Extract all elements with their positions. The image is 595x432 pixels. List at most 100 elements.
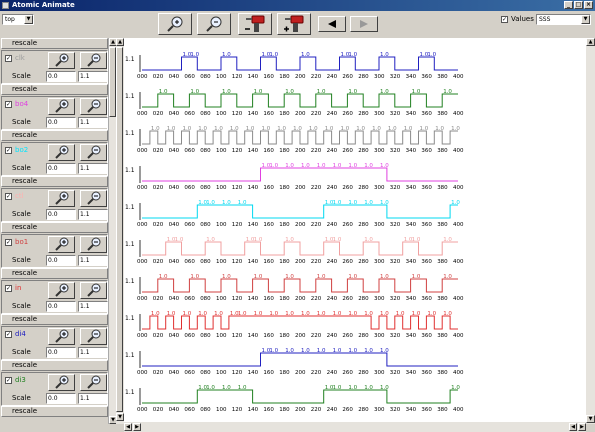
panel-scrollbar[interactable]: ▲ ▼: [108, 38, 116, 424]
zoom-out-all-button[interactable]: [197, 13, 231, 35]
plot-left-scrollbar[interactable]: ▲ ▼: [116, 38, 124, 424]
signal-visible-checkbox[interactable]: ✓: [5, 239, 12, 246]
value-label: 1.0: [190, 274, 199, 280]
waveform-plot[interactable]: 1.1 000 020 040 060 080 100 120 140 160 180 200 220 2…: [124, 38, 586, 422]
scale-min-field[interactable]: 0.0: [46, 301, 76, 312]
drill-plus-button[interactable]: [277, 13, 311, 35]
chevron-down-icon[interactable]: ▼: [581, 15, 590, 24]
scale-min-field[interactable]: 0.0: [46, 255, 76, 266]
plot-horizontal-scrollbar[interactable]: ◀ ▶ ◀ ▶: [124, 422, 586, 432]
scroll-right-icon[interactable]: ▶: [578, 423, 586, 431]
scale-min-field[interactable]: 0.0: [46, 71, 76, 82]
signal-zoom-in-button[interactable]: [48, 282, 75, 299]
time-tick-label: 040: [169, 148, 180, 154]
rescale-button[interactable]: rescale: [1, 268, 108, 279]
time-tick-label: 300: [374, 185, 385, 191]
scroll-right-icon[interactable]: ▶: [133, 423, 141, 431]
time-tick-label: 400: [453, 74, 464, 80]
unit-select[interactable]: SSS ▼: [536, 14, 591, 25]
time-tick-label: 220: [311, 185, 322, 191]
signal-visible-checkbox[interactable]: ✓: [5, 285, 12, 292]
scale-min-field[interactable]: 0.0: [46, 163, 76, 174]
panel-scroll-thumb[interactable]: [109, 47, 116, 117]
signal-zoom-out-button[interactable]: [80, 144, 107, 161]
scale-max-field[interactable]: 1.1: [78, 209, 108, 220]
scale-max-field[interactable]: 1.1: [78, 117, 108, 128]
rescale-button[interactable]: rescale: [1, 84, 108, 95]
rescale-button[interactable]: rescale: [1, 176, 108, 187]
time-tick-label: 300: [374, 296, 385, 302]
scroll-down-icon[interactable]: ▼: [586, 415, 595, 423]
waveform-row: 1.1 000 020 040 060 080 100 120 140 160 180 200 220 2…: [125, 348, 464, 376]
scale-max-field[interactable]: 1.1: [78, 255, 108, 266]
signal-visible-checkbox[interactable]: ✓: [5, 55, 12, 62]
drill-minus-button[interactable]: [238, 13, 272, 35]
value-label: 1.0: [451, 200, 460, 206]
time-tick-label: 200: [295, 296, 306, 302]
signal-zoom-in-button[interactable]: [48, 190, 75, 207]
time-tick-label: 240: [327, 222, 338, 228]
time-tick-label: 020: [153, 407, 164, 413]
scroll-left-icon[interactable]: ◀: [569, 423, 577, 431]
time-tick-label: 060: [184, 370, 195, 376]
scroll-up-icon[interactable]: ▲: [586, 38, 595, 46]
scroll-up-icon[interactable]: ▲: [116, 38, 124, 46]
plot-scroll-thumb[interactable]: [116, 47, 123, 412]
rescale-button[interactable]: rescale: [1, 406, 108, 417]
signal-visible-checkbox[interactable]: ✓: [5, 147, 12, 154]
signal-zoom-out-button[interactable]: [80, 190, 107, 207]
rescale-button[interactable]: rescale: [1, 222, 108, 233]
time-tick-label: 240: [327, 259, 338, 265]
waveform-row: 1.1 000 020 040 060 080 100 120 140 160 180 200 220 2…: [125, 274, 464, 302]
signal-visible-checkbox[interactable]: ✓: [5, 101, 12, 108]
time-tick-label: 000: [137, 407, 148, 413]
step-forward-button[interactable]: [350, 16, 378, 32]
chevron-down-icon[interactable]: ▼: [24, 15, 33, 24]
axis-max-label: 1.1: [125, 130, 135, 137]
scroll-left-icon[interactable]: ◀: [124, 423, 132, 431]
minimize-icon[interactable]: _: [564, 1, 573, 9]
signal-zoom-out-button[interactable]: [80, 328, 107, 345]
close-icon[interactable]: ×: [584, 1, 593, 9]
scale-min-field[interactable]: 0.0: [46, 347, 76, 358]
signal-zoom-in-button[interactable]: [48, 328, 75, 345]
signal-zoom-out-button[interactable]: [80, 374, 107, 391]
signal-visible-checkbox[interactable]: ✓: [5, 331, 12, 338]
rescale-button-top[interactable]: rescale: [1, 38, 108, 49]
scale-min-field[interactable]: 0.0: [46, 209, 76, 220]
time-tick-label: 040: [169, 333, 180, 339]
signal-zoom-in-button[interactable]: [48, 144, 75, 161]
scroll-down-icon[interactable]: ▼: [116, 413, 124, 421]
signal-zoom-in-button[interactable]: [48, 236, 75, 253]
scale-max-field[interactable]: 1.1: [78, 163, 108, 174]
signal-zoom-out-button[interactable]: [80, 52, 107, 69]
values-checkbox[interactable]: ✓: [501, 16, 508, 23]
value-label: 1.0: [214, 126, 223, 132]
scale-max-field[interactable]: 1.1: [78, 393, 108, 404]
signal-zoom-out-button[interactable]: [80, 236, 107, 253]
scale-max-field[interactable]: 1.1: [78, 347, 108, 358]
value-label: 1.0: [348, 163, 357, 169]
scale-min-field[interactable]: 0.0: [46, 117, 76, 128]
signal-zoom-in-button[interactable]: [48, 98, 75, 115]
rescale-button[interactable]: rescale: [1, 314, 108, 325]
plot-right-scrollbar[interactable]: ▲ ▼: [586, 38, 595, 424]
signal-zoom-out-button[interactable]: [80, 98, 107, 115]
scale-min-field[interactable]: 0.0: [46, 393, 76, 404]
zoom-in-all-button[interactable]: [158, 13, 192, 35]
signal-visible-checkbox[interactable]: ✓: [5, 193, 12, 200]
signal-zoom-out-button[interactable]: [80, 282, 107, 299]
time-tick-label: 320: [390, 407, 401, 413]
step-back-button[interactable]: [318, 16, 346, 32]
rescale-button[interactable]: rescale: [1, 360, 108, 371]
rescale-button[interactable]: rescale: [1, 130, 108, 141]
scale-max-field[interactable]: 1.1: [78, 71, 108, 82]
time-tick-label: 260: [342, 370, 353, 376]
signal-zoom-in-button[interactable]: [48, 374, 75, 391]
scale-max-field[interactable]: 1.1: [78, 301, 108, 312]
maximize-icon[interactable]: □: [574, 1, 583, 9]
signal-zoom-in-button[interactable]: [48, 52, 75, 69]
view-select[interactable]: top ▼: [2, 14, 34, 25]
signal-visible-checkbox[interactable]: ✓: [5, 377, 12, 384]
time-tick-label: 360: [421, 370, 432, 376]
